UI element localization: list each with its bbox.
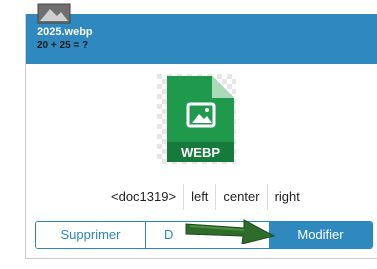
- image-placeholder-icon: [37, 3, 71, 24]
- card-header: 2025.webp 20 + 25 = ?: [26, 14, 377, 64]
- card-subtitle: 20 + 25 = ?: [37, 40, 89, 51]
- doc-alignment-selector: <doc1319> left center right: [104, 184, 307, 210]
- align-center-option[interactable]: center: [216, 184, 266, 210]
- align-left-option[interactable]: left: [184, 184, 215, 210]
- card-title: 2025.webp: [37, 26, 93, 38]
- modify-button[interactable]: Modifier: [269, 222, 372, 248]
- pointer-arrow-icon: [185, 219, 276, 244]
- webp-file-icon: WEBP: [157, 74, 236, 164]
- delete-button[interactable]: Supprimer: [36, 222, 146, 248]
- file-type-label: WEBP: [181, 145, 220, 160]
- doc-reference[interactable]: <doc1319>: [104, 184, 183, 210]
- align-right-option[interactable]: right: [268, 184, 307, 210]
